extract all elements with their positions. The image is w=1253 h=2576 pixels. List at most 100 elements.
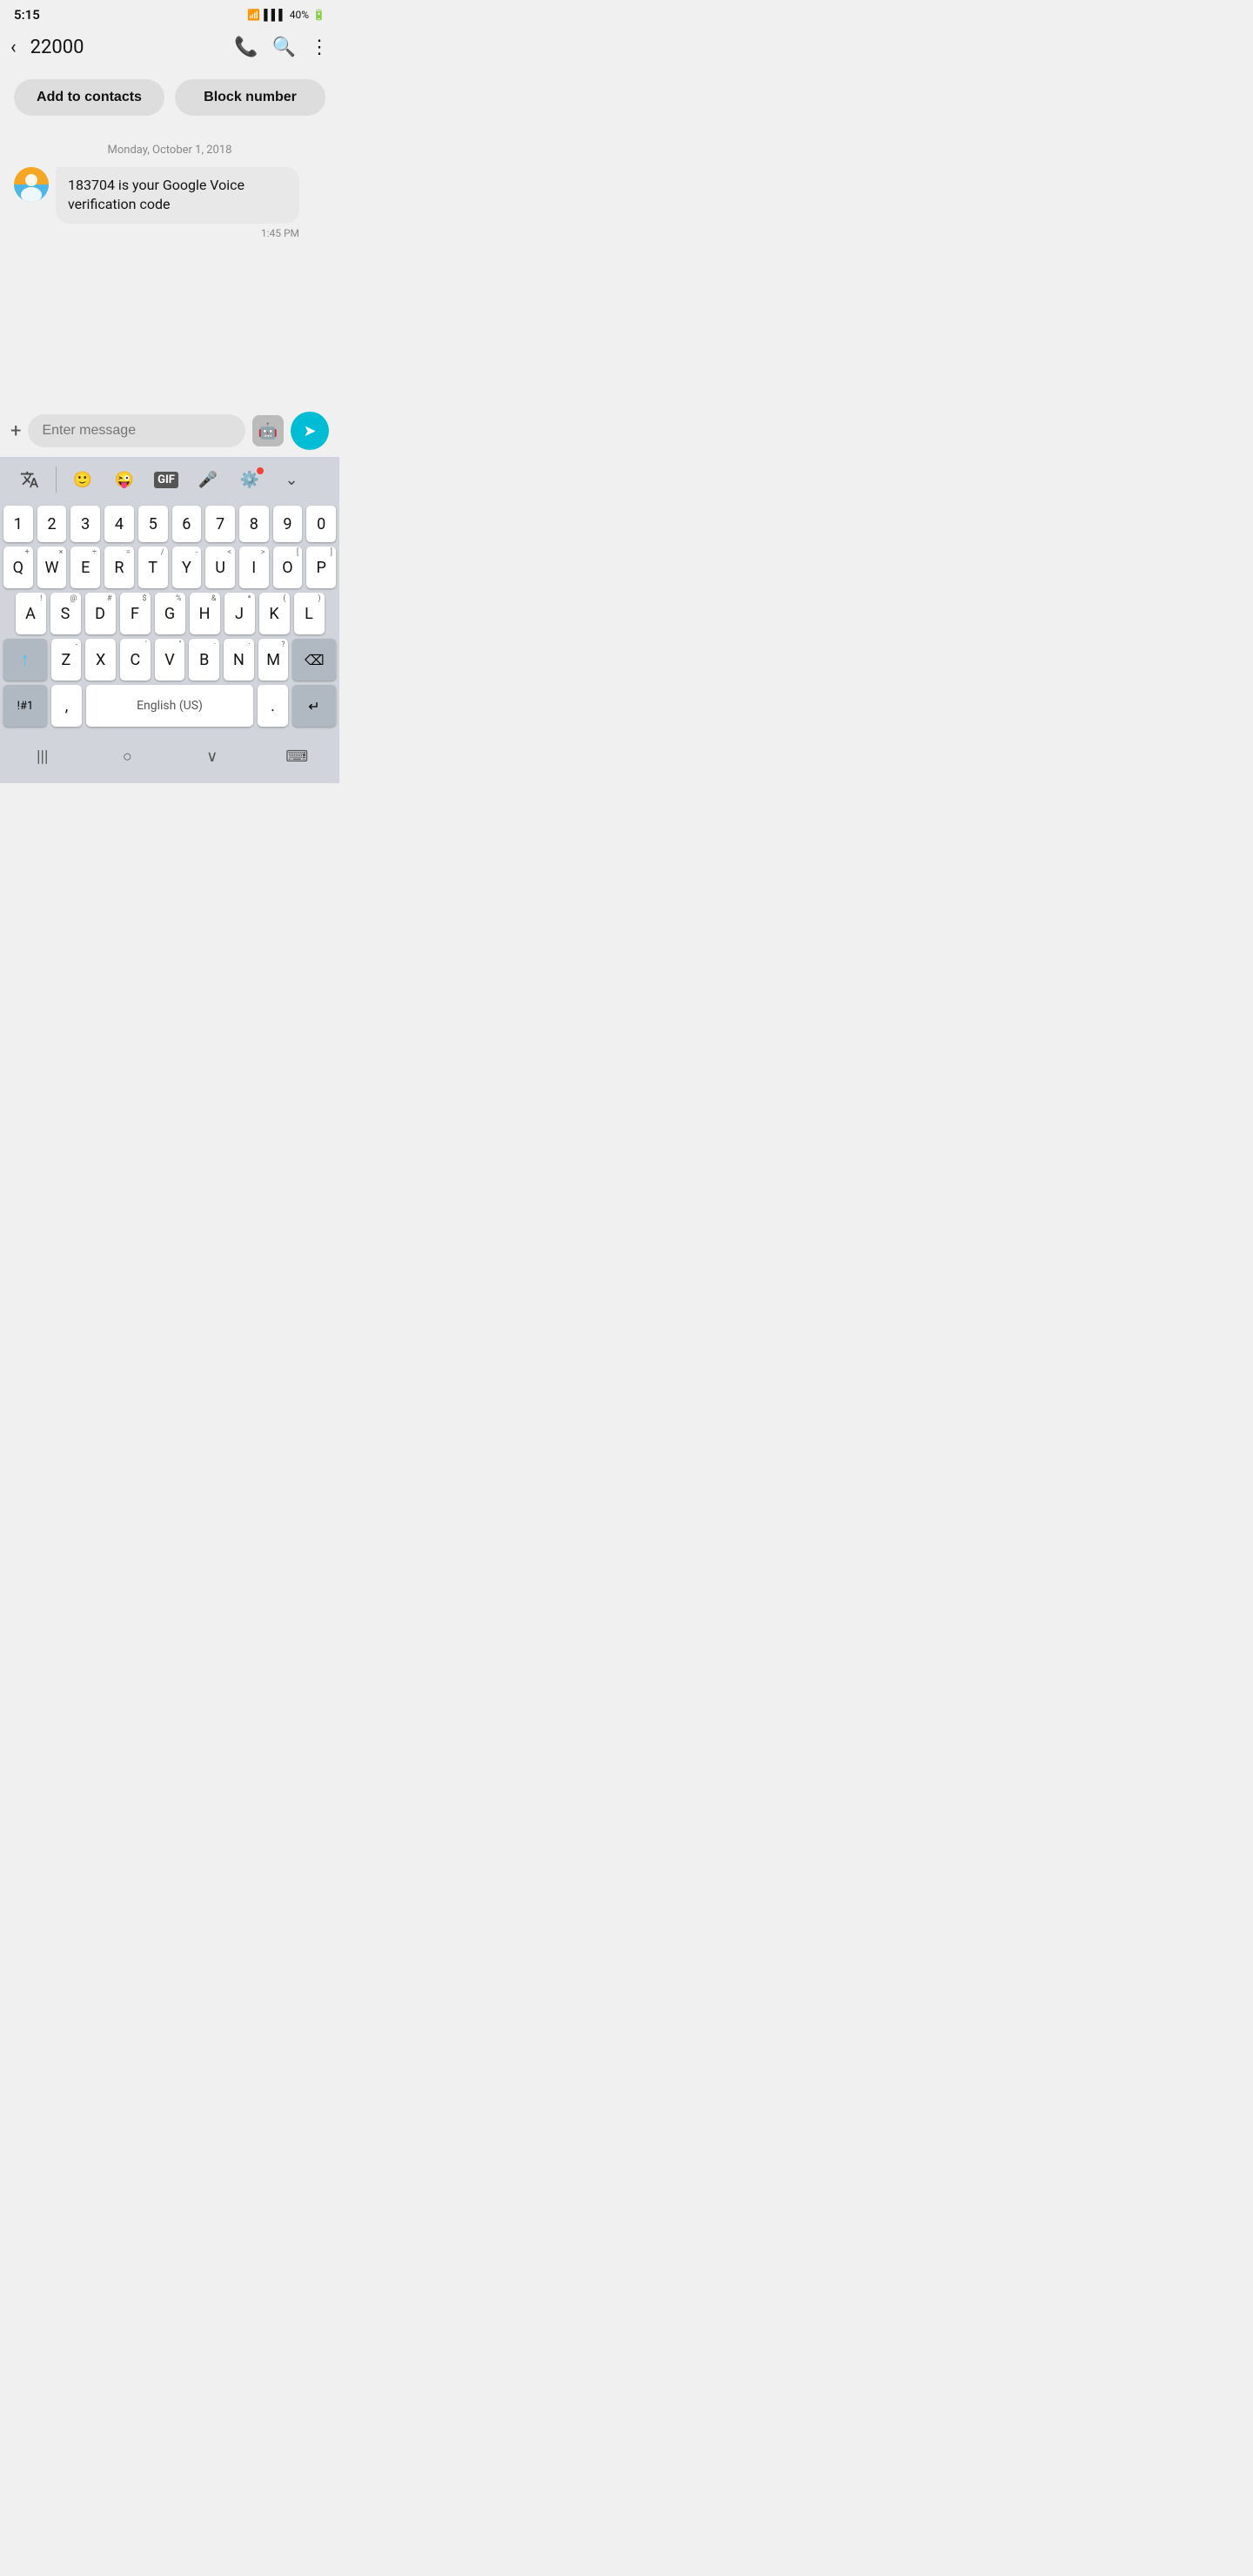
keyboard-toggle-button[interactable]: ⌨ (275, 743, 318, 769)
emoji-icon: 🙂 (73, 471, 92, 489)
key-5[interactable]: 5 (138, 506, 168, 542)
signal-icon: ▌▌▌ (264, 9, 286, 21)
keyboard: 1 2 3 4 5 6 7 8 9 0 +Q ×W ÷E =R /T -Y <U… (0, 502, 339, 735)
translate-button[interactable] (10, 462, 49, 497)
key-h[interactable]: &H (190, 593, 220, 634)
status-time: 5:15 (14, 7, 40, 23)
key-g[interactable]: %G (155, 593, 185, 634)
back-nav-button[interactable]: ∨ (191, 743, 234, 769)
key-f[interactable]: $F (120, 593, 151, 634)
enter-icon: ↵ (308, 698, 319, 714)
key-d[interactable]: #D (85, 593, 116, 634)
key-4[interactable]: 4 (104, 506, 134, 542)
collapse-keyboard-button[interactable]: ⌄ (272, 462, 311, 497)
shift-icon: ↑ (20, 648, 30, 671)
key-s[interactable]: @S (50, 593, 81, 634)
message-bubble: 183704 is your Google Voice verification… (56, 167, 299, 224)
key-e[interactable]: ÷E (70, 547, 100, 588)
chevron-down-icon: ⌄ (285, 471, 298, 489)
key-9[interactable]: 9 (273, 506, 303, 542)
action-buttons: Add to contacts Block number (0, 69, 339, 126)
search-button[interactable]: 🔍 (272, 37, 296, 58)
key-t[interactable]: /T (138, 547, 168, 588)
message-time: 1:45 PM (56, 227, 299, 239)
settings-icon: ⚙️ (240, 471, 259, 489)
sender-avatar (14, 167, 49, 202)
settings-button[interactable]: ⚙️ (231, 462, 269, 497)
emoji-sticker-button[interactable]: 🤖 (252, 415, 284, 446)
key-m[interactable]: ?M (258, 639, 289, 681)
add-attachment-button[interactable]: + (10, 420, 21, 442)
key-0[interactable]: 0 (306, 506, 336, 542)
wifi-icon: 📶 (247, 9, 260, 21)
message-input[interactable] (28, 414, 245, 447)
contact-number: 22000 (30, 37, 228, 58)
send-button[interactable]: ➤ (291, 412, 329, 450)
add-to-contacts-button[interactable]: Add to contacts (14, 79, 164, 116)
voice-button[interactable]: 🎤 (189, 462, 227, 497)
key-p[interactable]: ]P (306, 547, 336, 588)
key-l[interactable]: )L (294, 593, 325, 634)
avatar-svg (14, 167, 49, 202)
call-button[interactable]: 📞 (234, 37, 258, 58)
more-button[interactable]: ⋮ (310, 37, 329, 58)
keyboard-icon: ⌨ (285, 748, 308, 766)
key-q[interactable]: +Q (3, 547, 33, 588)
key-2[interactable]: 2 (37, 506, 67, 542)
key-o[interactable]: [O (273, 547, 303, 588)
status-bar: 5:15 📶 ▌▌▌ 40% 🔋 (0, 0, 339, 26)
key-1[interactable]: 1 (3, 506, 33, 542)
key-r[interactable]: =R (104, 547, 134, 588)
back-button[interactable]: ‹ (10, 33, 23, 62)
gif-button[interactable]: GIF (147, 462, 185, 497)
key-i[interactable]: >I (239, 547, 269, 588)
sticker-button[interactable]: 😜 (105, 462, 144, 497)
key-w[interactable]: ×W (37, 547, 67, 588)
key-y[interactable]: -Y (172, 547, 202, 588)
symbols-label: !#1 (17, 700, 34, 713)
key-a[interactable]: !A (16, 593, 46, 634)
send-icon: ➤ (303, 422, 316, 440)
delete-button[interactable]: ⌫ (292, 639, 336, 681)
key-v[interactable]: "V (155, 639, 185, 681)
battery-percent: 40% (290, 9, 309, 21)
toolbar-actions: 📞 🔍 ⋮ (234, 37, 329, 58)
enter-button[interactable]: ↵ (292, 685, 336, 727)
number-row: 1 2 3 4 5 6 7 8 9 0 (3, 506, 336, 542)
emoji-button[interactable]: 🙂 (64, 462, 102, 497)
shift-button[interactable]: ↑ (3, 639, 47, 681)
emoji-sticker-icon: 🤖 (258, 422, 278, 440)
recent-apps-button[interactable]: ||| (21, 743, 64, 769)
keyboard-toolbar: 🙂 😜 GIF 🎤 ⚙️ ⌄ (0, 457, 339, 502)
key-period[interactable]: . (258, 685, 288, 727)
key-3[interactable]: 3 (70, 506, 100, 542)
message-text: 183704 is your Google Voice verification… (68, 177, 245, 212)
key-comma[interactable]: , (51, 685, 82, 727)
symbols-button[interactable]: !#1 (3, 685, 47, 727)
microphone-icon: 🎤 (198, 471, 218, 489)
space-button[interactable]: English (US) (86, 685, 253, 727)
message-content: 183704 is your Google Voice verification… (56, 167, 299, 239)
key-8[interactable]: 8 (239, 506, 269, 542)
qwerty-row: +Q ×W ÷E =R /T -Y <U >I [O ]P (3, 547, 336, 588)
block-number-button[interactable]: Block number (175, 79, 325, 116)
input-bar: + 🤖 ➤ (0, 405, 339, 457)
key-x[interactable]: X (85, 639, 116, 681)
key-z[interactable]: -Z (51, 639, 82, 681)
key-c[interactable]: 'C (120, 639, 151, 681)
key-k[interactable]: (K (259, 593, 290, 634)
key-j[interactable]: *J (224, 593, 255, 634)
status-icons: 📶 ▌▌▌ 40% 🔋 (247, 9, 325, 21)
zxcvb-row: ↑ -Z X 'C "V ·B ·N ?M ⌫ (3, 639, 336, 681)
key-b[interactable]: ·B (189, 639, 219, 681)
key-u[interactable]: <U (205, 547, 235, 588)
translate-icon (20, 470, 39, 489)
nav-bar: ||| ○ ∨ ⌨ (0, 735, 339, 783)
settings-badge (257, 467, 264, 474)
home-icon: ○ (123, 748, 132, 766)
space-label: English (US) (137, 699, 203, 713)
home-button[interactable]: ○ (105, 743, 149, 769)
key-7[interactable]: 7 (205, 506, 235, 542)
key-n[interactable]: ·N (224, 639, 254, 681)
key-6[interactable]: 6 (172, 506, 202, 542)
